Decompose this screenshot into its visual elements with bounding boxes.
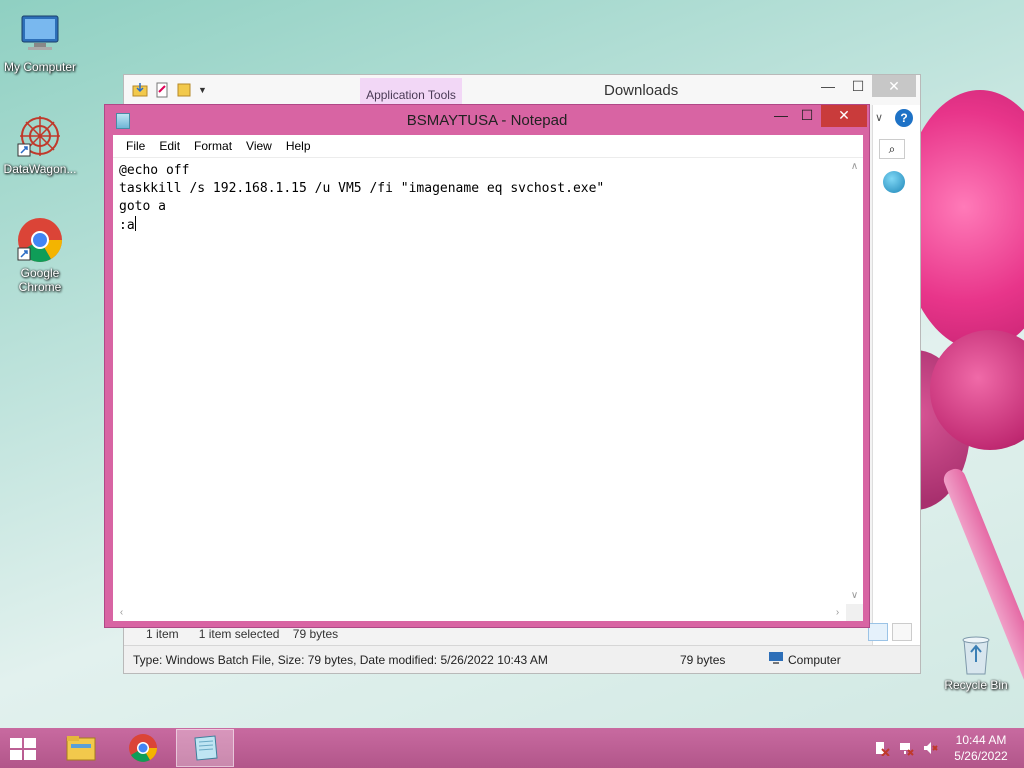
scroll-right-icon[interactable]: › [829,604,846,621]
taskbar: 10:44 AM 5/26/2022 [0,728,1024,768]
selected-size: 79 bytes [292,627,339,641]
globe-icon [883,171,905,193]
desktop-icon-label: My Computer [3,60,77,74]
new-folder-icon[interactable] [176,82,192,98]
scroll-up-icon[interactable]: ∧ [846,158,863,175]
vertical-scrollbar[interactable]: ∧ ∨ [846,158,863,604]
system-clock[interactable]: 10:44 AM 5/26/2022 [946,732,1016,764]
chevron-down-icon[interactable]: ∨ [875,111,883,124]
window-title: Downloads [604,82,679,99]
text-line: :a [119,218,135,233]
item-count: 1 item [146,627,179,641]
location-label: Computer [788,652,841,667]
chrome-icon [16,216,64,264]
window-title: BSMAYTUSA - Notepad [406,112,568,129]
quick-access-toolbar: ▼ [132,82,214,98]
text-line: goto a [119,199,166,214]
recycle-bin-icon [956,632,996,676]
menu-view[interactable]: View [239,139,279,153]
notepad-titlebar[interactable]: BSMAYTUSA - Notepad — ☐ ✕ [105,105,869,135]
computer-icon [768,651,784,668]
text-line: taskkill /s 192.168.1.15 /u VM5 /fi "ima… [119,181,605,196]
chrome-icon [129,734,157,762]
taskbar-notepad-button[interactable] [176,729,234,767]
chevron-down-icon[interactable]: ▼ [198,82,214,98]
text-line: @echo off [119,163,190,178]
file-details-info: Type: Windows Batch File, Size: 79 bytes… [133,653,548,667]
search-icon[interactable]: ⌕ [879,139,905,159]
size-grip[interactable] [846,604,863,621]
start-button[interactable] [10,738,38,760]
explorer-titlebar[interactable]: ▼ Application Tools Downloads — ☐ ✕ [124,75,920,108]
maximize-button[interactable]: ☐ [793,105,821,127]
taskbar-chrome-button[interactable] [114,729,172,767]
scroll-down-icon[interactable]: ∨ [846,587,863,604]
folder-down-icon[interactable] [132,82,148,98]
text-editor[interactable]: @echo off taskkill /s 192.168.1.15 /u VM5… [113,157,863,621]
details-view-button[interactable] [868,623,888,641]
volume-muted-icon[interactable] [922,740,938,756]
datawagon-icon [16,112,64,160]
text-caret [134,216,136,231]
clock-date: 5/26/2022 [954,749,1008,763]
desktop-icon-google-chrome[interactable]: Google Chrome [0,216,80,294]
large-icons-view-button[interactable] [892,623,912,641]
desktop-icon-my-computer[interactable]: My Computer [0,10,80,74]
close-button[interactable]: ✕ [821,105,867,127]
desktop-icon-label: Recycle Bin [944,678,1008,692]
file-size-value: 79 bytes [680,653,726,667]
menu-file[interactable]: File [119,139,152,153]
notepad-icon [194,735,218,761]
notepad-window[interactable]: BSMAYTUSA - Notepad — ☐ ✕ File Edit Form… [104,104,870,628]
horizontal-scrollbar[interactable]: ‹ › [113,604,846,621]
desktop-icon-label: DataWagon... [3,162,77,176]
action-center-icon[interactable] [874,740,890,757]
properties-icon[interactable] [154,82,170,98]
location-indicator: Computer [768,651,841,668]
desktop-icon-label: Google Chrome [18,266,62,294]
maximize-button[interactable]: ☐ [844,75,872,97]
menu-bar: File Edit Format View Help [113,135,863,157]
minimize-button[interactable]: — [814,75,842,97]
menu-help[interactable]: Help [279,139,318,153]
scroll-left-icon[interactable]: ‹ [113,604,130,621]
file-explorer-icon [66,736,96,761]
menu-edit[interactable]: Edit [152,139,187,153]
desktop-icon-recycle-bin[interactable]: Recycle Bin [936,632,1016,692]
explorer-right-panel: ∨ ? ⌕ [872,105,920,645]
minimize-button[interactable]: — [767,105,795,127]
editor-content[interactable]: @echo off taskkill /s 192.168.1.15 /u VM5… [119,162,839,235]
close-button[interactable]: ✕ [872,75,916,97]
menu-format[interactable]: Format [187,139,239,153]
network-icon[interactable] [898,740,914,756]
computer-icon [16,10,64,58]
taskbar-file-explorer-button[interactable] [52,729,110,767]
clock-time: 10:44 AM [955,733,1007,747]
details-bar: Type: Windows Batch File, Size: 79 bytes… [124,645,920,673]
selected-count: 1 item selected [198,627,280,641]
desktop-icon-datawagon[interactable]: DataWagon... [0,112,80,176]
text-line-with-caret: :a [119,216,839,235]
help-icon[interactable]: ? [895,109,913,127]
